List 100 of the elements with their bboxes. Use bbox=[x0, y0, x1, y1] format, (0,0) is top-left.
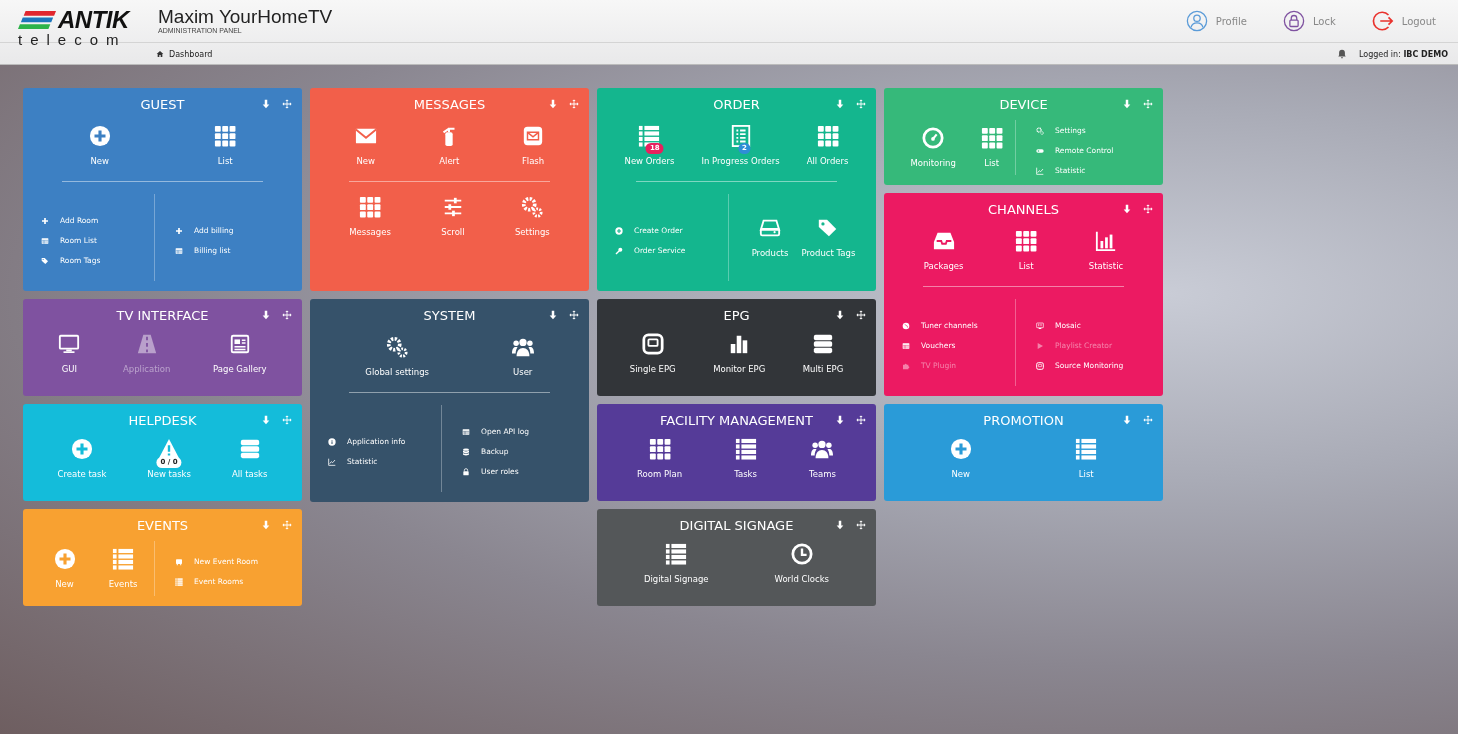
table-icon bbox=[462, 427, 470, 436]
clock-icon bbox=[790, 543, 813, 565]
move-icon[interactable] bbox=[856, 520, 866, 530]
tile-button[interactable]: List bbox=[212, 123, 239, 168]
tile-title: SYSTEM bbox=[423, 307, 476, 323]
tile-button[interactable]: Page Gallery bbox=[211, 331, 269, 376]
gauge-icon bbox=[922, 127, 945, 149]
app-title: Maxim YourHomeTV bbox=[158, 7, 333, 27]
user-circle-icon bbox=[1185, 10, 1208, 32]
tile-button[interactable]: Messages bbox=[347, 194, 393, 239]
monitor-icon bbox=[58, 333, 81, 355]
tile-title: PROMOTION bbox=[983, 412, 1064, 428]
tile-button[interactable]: Monitor EPG bbox=[711, 331, 768, 376]
tile-button[interactable]: New bbox=[86, 123, 113, 168]
logo-subtitle: telecom bbox=[18, 30, 128, 48]
grid-icon bbox=[648, 438, 671, 460]
tile-button[interactable]: GUI bbox=[56, 331, 83, 376]
arrow-down-icon[interactable] bbox=[835, 520, 845, 530]
tile-button[interactable]: List bbox=[1073, 436, 1100, 481]
server-icon bbox=[238, 438, 261, 460]
tile-button[interactable]: Flash bbox=[519, 123, 547, 168]
gears-icon bbox=[521, 196, 544, 218]
breadcrumb-link[interactable]: Dashboard bbox=[156, 49, 213, 59]
globe-icon bbox=[902, 321, 910, 330]
tile-button[interactable]: List bbox=[1013, 228, 1040, 273]
tile-button[interactable]: New bbox=[352, 123, 379, 168]
grid-icon bbox=[1015, 230, 1038, 252]
tile-title: CHANNELS bbox=[988, 201, 1059, 217]
header-link[interactable]: Profile bbox=[1185, 10, 1247, 32]
gears-icon bbox=[386, 336, 409, 358]
grid-icon bbox=[359, 196, 382, 218]
wrench-icon bbox=[615, 246, 623, 255]
tile-title: EVENTS bbox=[136, 517, 189, 533]
bell-icon[interactable] bbox=[1336, 49, 1347, 59]
road-icon bbox=[135, 333, 158, 355]
server-icon bbox=[812, 333, 834, 355]
tile-button[interactable]: Create task bbox=[55, 436, 109, 481]
lock-icon bbox=[1282, 10, 1305, 32]
move-icon[interactable] bbox=[856, 415, 866, 425]
arrow-down-icon[interactable] bbox=[835, 415, 845, 425]
tile-button[interactable]: Packages bbox=[921, 228, 966, 273]
bus-icon bbox=[175, 557, 183, 566]
tile-button[interactable]: Products bbox=[749, 215, 791, 260]
screen-icon bbox=[1036, 361, 1044, 370]
tile-title: HELPDESK bbox=[128, 412, 197, 428]
tile-button[interactable]: All tasks bbox=[229, 436, 270, 481]
tile-button[interactable]: Scroll bbox=[439, 194, 467, 239]
plus-icon bbox=[175, 226, 183, 235]
logged-in-text: Logged in: IBC DEMO bbox=[1358, 49, 1448, 59]
tile-button[interactable]: Multi EPG bbox=[800, 331, 846, 376]
tile-button[interactable]: List bbox=[978, 125, 1005, 170]
plus-circle-icon bbox=[70, 438, 93, 460]
table-icon bbox=[902, 341, 910, 350]
desktop-icon bbox=[1036, 321, 1044, 330]
warning-icon bbox=[158, 438, 181, 460]
tile-button[interactable]: World Clocks bbox=[772, 541, 832, 586]
tile-title: GUEST bbox=[140, 96, 185, 112]
tile-title: DEVICE bbox=[999, 96, 1048, 112]
play-icon bbox=[1036, 341, 1044, 350]
tile-button[interactable]: Teams bbox=[807, 436, 838, 481]
tile-button[interactable]: Statistic bbox=[1086, 228, 1126, 273]
logo-wordmark: ANTIK bbox=[58, 8, 129, 31]
list-icon bbox=[175, 577, 183, 586]
plus-circle-icon bbox=[949, 438, 972, 460]
arrow-down-icon[interactable] bbox=[835, 310, 845, 320]
tile-button[interactable]: User bbox=[509, 334, 536, 379]
database-icon bbox=[462, 447, 470, 456]
tile-title: TV INTERFACE bbox=[116, 307, 209, 323]
tile-button[interactable]: Product Tags bbox=[799, 215, 858, 260]
tile-title: EPG bbox=[723, 307, 750, 323]
arrow-down-icon[interactable] bbox=[261, 310, 271, 320]
move-icon[interactable] bbox=[569, 310, 579, 320]
logo-stripes-icon bbox=[18, 10, 56, 29]
tile-button[interactable]: Alert bbox=[436, 123, 463, 168]
tile-button[interactable]: Room Plan bbox=[635, 436, 685, 481]
move-icon[interactable] bbox=[856, 310, 866, 320]
table-icon bbox=[41, 236, 49, 245]
info-icon bbox=[328, 437, 336, 446]
tile-button[interactable]: New bbox=[947, 436, 974, 481]
tile-title: FACILITY MANAGEMENT bbox=[660, 412, 813, 428]
list-icon bbox=[638, 125, 661, 147]
tile-button[interactable]: Tasks bbox=[732, 436, 759, 481]
home-icon bbox=[156, 50, 164, 58]
tile-button[interactable]: Digital Signage bbox=[641, 541, 711, 586]
lock-icon bbox=[462, 467, 470, 476]
tile-button[interactable]: Monitoring bbox=[908, 125, 958, 170]
tile-button[interactable]: Single EPG bbox=[627, 331, 678, 376]
arrow-down-icon[interactable] bbox=[548, 310, 558, 320]
tile-button[interactable]: Global settings bbox=[363, 334, 432, 379]
list-icon bbox=[734, 438, 757, 460]
plus-icon bbox=[41, 216, 49, 225]
tile-button[interactable]: All Orders bbox=[804, 123, 851, 168]
header-link[interactable]: Lock bbox=[1282, 10, 1336, 32]
line-chart-icon bbox=[328, 457, 336, 466]
move-icon[interactable] bbox=[282, 310, 292, 320]
grid-icon bbox=[214, 125, 237, 147]
tile-title: MESSAGES bbox=[413, 96, 486, 112]
header-link[interactable]: Logout bbox=[1371, 10, 1436, 32]
list-icon bbox=[665, 543, 688, 565]
tile-button[interactable]: Settings bbox=[512, 194, 552, 239]
